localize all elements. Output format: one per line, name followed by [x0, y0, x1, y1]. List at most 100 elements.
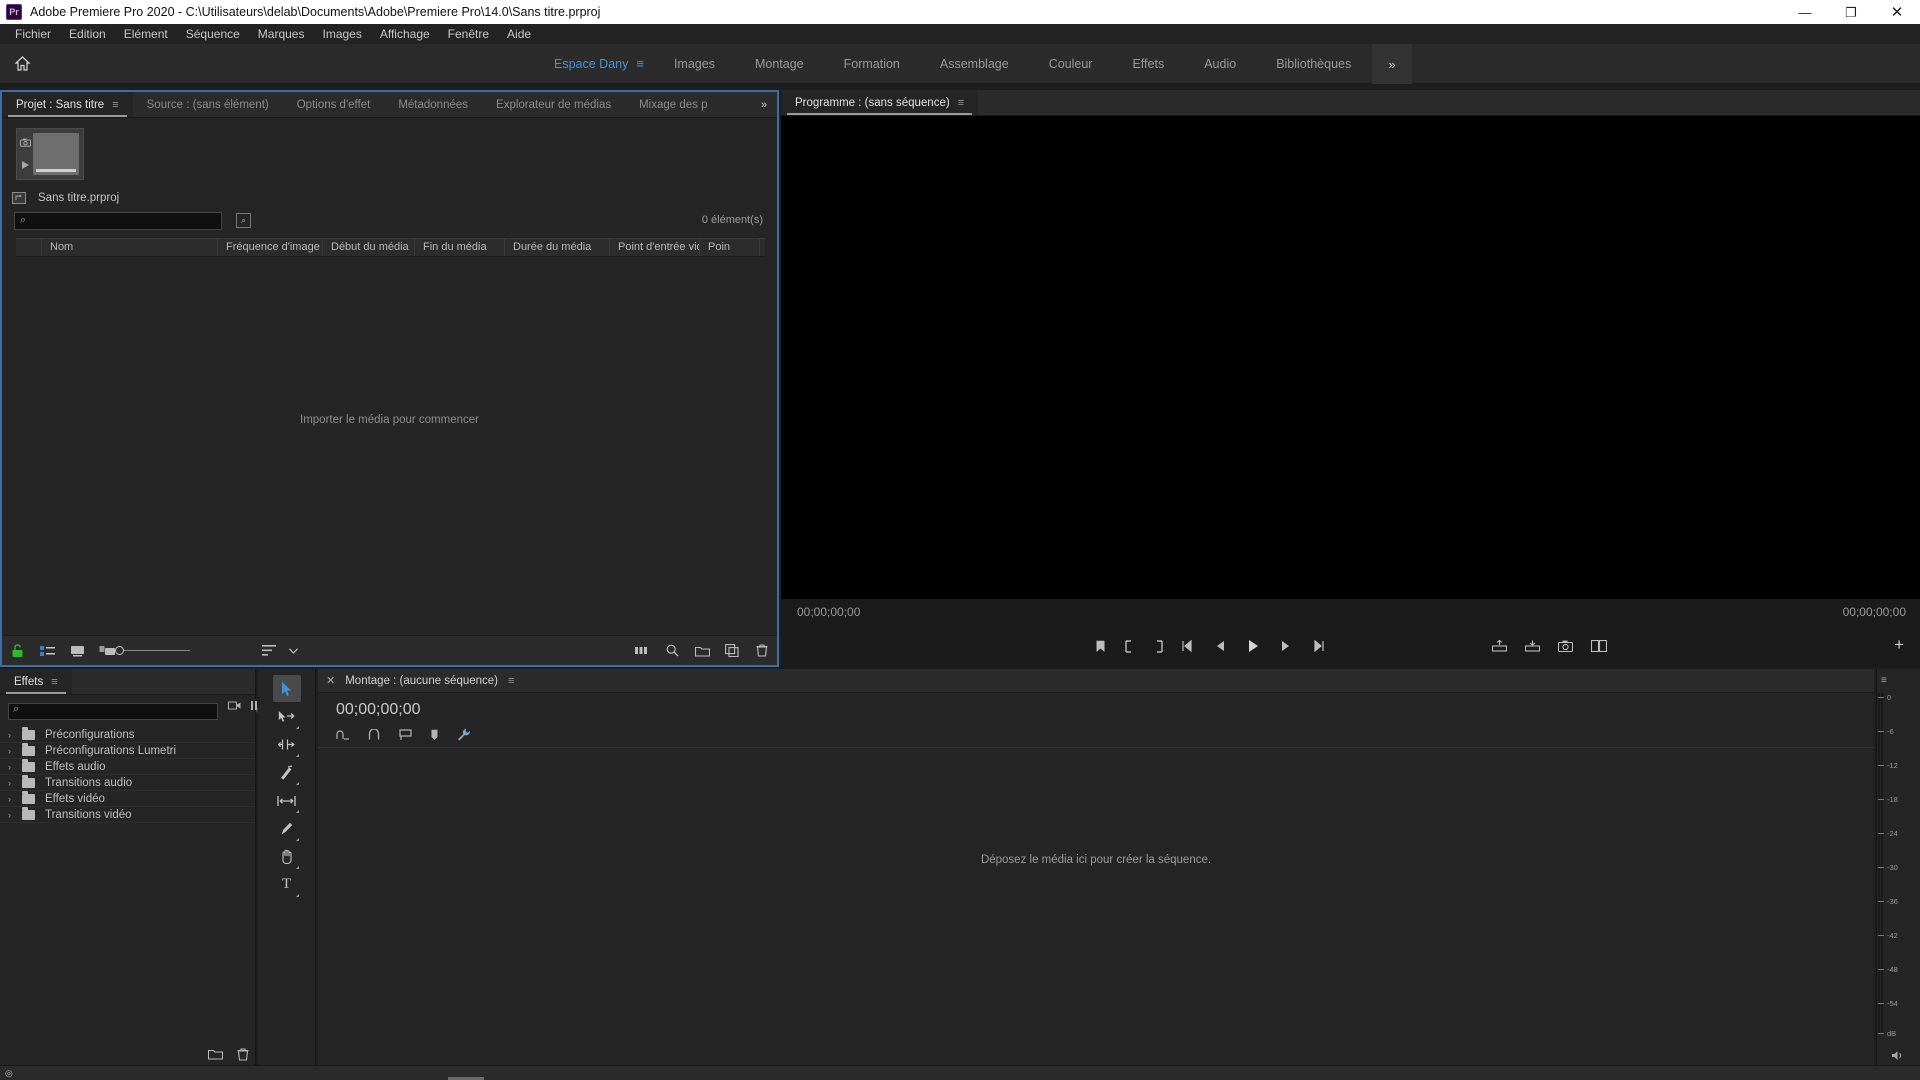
find-icon[interactable]	[657, 636, 687, 666]
menu-element[interactable]: Elément	[115, 25, 177, 43]
play-icon[interactable]	[1246, 639, 1260, 653]
effects-tree-item-preconfigurations[interactable]: › Préconfigurations	[0, 726, 255, 743]
chevron-right-icon[interactable]: ›	[8, 730, 22, 740]
workspace-overflow-button[interactable]: »	[1372, 44, 1412, 84]
tab-options-effet[interactable]: Options d'effet	[283, 92, 385, 117]
add-marker-icon[interactable]	[1095, 640, 1106, 653]
column-header-icon[interactable]	[16, 239, 42, 256]
column-header-point-entree-video[interactable]: Point d'entrée vidé	[610, 239, 700, 256]
automate-sequence-icon[interactable]	[627, 636, 657, 666]
project-search-input[interactable]	[14, 211, 222, 230]
step-forward-icon[interactable]	[1278, 640, 1291, 652]
type-tool[interactable]: T	[273, 871, 301, 898]
tab-mixage[interactable]: Mixage des p	[625, 92, 721, 117]
menu-images[interactable]: Images	[313, 25, 370, 43]
go-to-in-icon[interactable]	[1181, 640, 1197, 652]
column-header-fin-media[interactable]: Fin du média	[415, 239, 505, 256]
tab-espace-dany[interactable]: Espace Dany	[534, 44, 632, 84]
effects-search-input[interactable]	[8, 702, 218, 720]
tab-formation[interactable]: Formation	[824, 44, 920, 84]
column-header-duree-media[interactable]: Durée du média	[505, 239, 610, 256]
effects-panel-menu-icon[interactable]: ≡	[51, 676, 57, 688]
extract-icon[interactable]	[1524, 640, 1540, 652]
menu-fenetre[interactable]: Fenêtre	[439, 25, 498, 43]
mark-in-icon[interactable]	[1124, 639, 1135, 653]
new-item-icon[interactable]	[717, 636, 747, 666]
mark-out-icon[interactable]	[1153, 639, 1164, 653]
effects-tree-item-preconfigurations-lumetri[interactable]: › Préconfigurations Lumetri	[0, 742, 255, 759]
play-icon[interactable]	[21, 160, 30, 170]
audio-meters-menu-icon[interactable]: ≡	[1881, 675, 1887, 686]
project-file-row[interactable]: Sans titre.prproj	[12, 189, 119, 207]
zoom-slider-handle[interactable]	[115, 646, 124, 655]
home-icon[interactable]	[0, 44, 44, 84]
marker-icon[interactable]	[430, 729, 439, 741]
timeline-playhead-timecode[interactable]: 00;00;00;00	[336, 701, 421, 719]
thumbnail-zoom-slider[interactable]	[115, 646, 190, 655]
menu-sequence[interactable]: Séquence	[177, 25, 249, 43]
effects-tree-item-effets-audio[interactable]: › Effets audio	[0, 758, 255, 775]
go-to-out-icon[interactable]	[1309, 640, 1324, 652]
tab-images[interactable]: Images	[654, 44, 735, 84]
close-button[interactable]: ✕	[1874, 0, 1920, 24]
tab-couleur[interactable]: Couleur	[1029, 44, 1113, 84]
new-custom-bin-icon[interactable]	[208, 1048, 223, 1061]
chevron-right-icon[interactable]: ›	[8, 778, 22, 788]
effects-tree-item-effets-video[interactable]: › Effets vidéo	[0, 790, 255, 807]
chevron-down-icon[interactable]	[284, 636, 302, 666]
column-header-frequence-image[interactable]: Fréquence d'image	[218, 239, 323, 256]
minimize-button[interactable]: —	[1782, 0, 1828, 24]
lock-icon[interactable]	[2, 636, 32, 666]
tab-projet-sans-titre[interactable]: Projet : Sans titre ≡	[2, 92, 133, 117]
tab-metadonnees[interactable]: Métadonnées	[384, 92, 482, 117]
timeline-tab-label[interactable]: Montage : (aucune séquence)	[345, 675, 498, 687]
camera-icon[interactable]	[19, 138, 31, 147]
chevron-right-icon[interactable]: ›	[8, 746, 22, 756]
linked-selection-icon[interactable]	[368, 728, 381, 741]
chevron-right-icon[interactable]: ›	[8, 762, 22, 772]
tab-explorateur-medias[interactable]: Explorateur de médias	[482, 92, 625, 117]
tab-effets[interactable]: Effets	[1112, 44, 1184, 84]
menu-fichier[interactable]: Fichier	[6, 25, 60, 43]
ripple-edit-tool[interactable]	[273, 731, 301, 758]
program-current-timecode[interactable]: 00;00;00;00	[797, 605, 860, 619]
menu-affichage[interactable]: Affichage	[371, 25, 439, 43]
pen-tool[interactable]	[273, 815, 301, 842]
tab-assemblage[interactable]: Assemblage	[920, 44, 1029, 84]
program-panel-menu-icon[interactable]: ≡	[958, 97, 964, 109]
step-back-icon[interactable]	[1215, 640, 1228, 652]
tab-effets[interactable]: Effets ≡	[0, 669, 72, 694]
track-select-forward-tool[interactable]	[273, 703, 301, 730]
effects-tree-item-transitions-audio[interactable]: › Transitions audio	[0, 774, 255, 791]
timeline-settings-icon[interactable]	[457, 728, 471, 741]
program-monitor-screen[interactable]	[781, 116, 1920, 599]
tab-bibliotheques[interactable]: Bibliothèques	[1256, 44, 1371, 84]
column-header-nom[interactable]: Nom	[42, 239, 218, 256]
status-sync-icon[interactable]: ◎	[5, 1068, 13, 1079]
maximize-button[interactable]: ❐	[1828, 0, 1874, 24]
project-filter-icon[interactable]: ⌕	[236, 212, 251, 228]
icon-view-icon[interactable]	[62, 636, 92, 666]
razor-tool[interactable]	[273, 759, 301, 786]
program-duration-timecode[interactable]: 00;00;00;00	[1843, 605, 1906, 619]
list-view-icon[interactable]	[32, 636, 62, 666]
button-editor-plus-icon[interactable]: +	[1894, 635, 1904, 655]
chevron-right-icon[interactable]: ›	[8, 810, 22, 820]
delete-icon[interactable]	[747, 636, 777, 666]
speaker-icon[interactable]	[1891, 1050, 1904, 1061]
effects-accelerated-filter-icon[interactable]	[228, 700, 241, 711]
tab-programme[interactable]: Programme : (sans séquence) ≡	[781, 90, 979, 115]
new-bin-icon[interactable]	[687, 636, 717, 666]
project-tabbar-overflow-button[interactable]: »	[751, 92, 777, 117]
lift-icon[interactable]	[1491, 640, 1507, 652]
project-panel-menu-icon[interactable]: ≡	[112, 99, 118, 111]
snap-in-timeline-icon[interactable]	[336, 729, 350, 741]
tab-audio[interactable]: Audio	[1184, 44, 1256, 84]
column-header-point-partial[interactable]: Poin	[700, 239, 760, 256]
workspace-menu-icon[interactable]: ≡	[632, 56, 654, 71]
tab-montage[interactable]: Montage	[735, 44, 824, 84]
timeline-panel-menu-icon[interactable]: ≡	[508, 675, 514, 687]
close-icon[interactable]: ✕	[326, 674, 335, 687]
tab-source[interactable]: Source : (sans élément)	[133, 92, 283, 117]
menu-aide[interactable]: Aide	[498, 25, 540, 43]
